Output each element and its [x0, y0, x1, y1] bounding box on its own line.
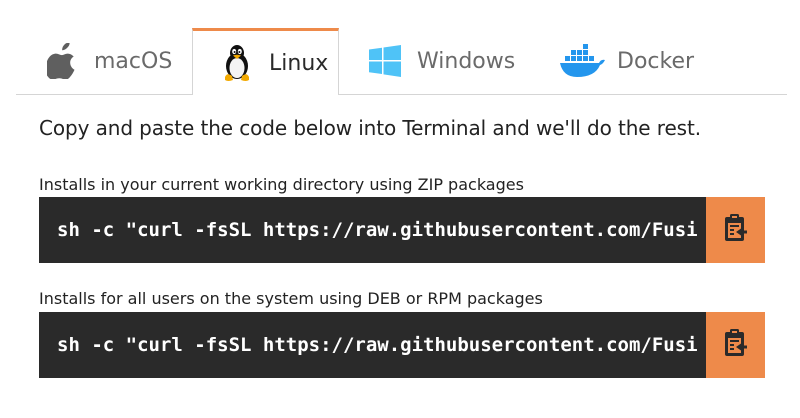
zip-install-command-box: sh -c "curl -fsSL https://raw.githubuser… [39, 197, 765, 263]
copy-zip-command-button[interactable] [706, 197, 765, 263]
docker-whale-icon [559, 41, 605, 81]
tab-macos-label: macOS [94, 48, 173, 74]
tab-macos[interactable]: macOS [16, 28, 192, 94]
tab-linux[interactable]: Linux [192, 28, 339, 95]
windows-logo-icon [365, 41, 405, 81]
zip-install-command[interactable]: sh -c "curl -fsSL https://raw.githubuser… [39, 197, 706, 263]
deb-rpm-install-command[interactable]: sh -c "curl -fsSL https://raw.githubuser… [39, 312, 706, 378]
deb-rpm-install-command-box: sh -c "curl -fsSL https://raw.githubuser… [39, 312, 765, 378]
clipboard-copy-icon [724, 213, 748, 247]
tab-windows[interactable]: Windows [339, 28, 539, 94]
zip-install-caption: Installs in your current working directo… [39, 175, 524, 194]
clipboard-copy-icon [724, 328, 748, 362]
intro-text: Copy and paste the code below into Termi… [39, 116, 701, 140]
deb-rpm-install-caption: Installs for all users on the system usi… [39, 289, 543, 308]
copy-deb-rpm-command-button[interactable] [706, 312, 765, 378]
apple-icon [42, 41, 82, 81]
tab-windows-label: Windows [417, 48, 516, 74]
os-tab-bar: macOS Linux Windows Docker [16, 28, 787, 95]
tab-docker[interactable]: Docker [539, 28, 719, 94]
tab-docker-label: Docker [617, 48, 695, 74]
tab-linux-label: Linux [269, 50, 329, 76]
tux-penguin-icon [217, 43, 257, 83]
